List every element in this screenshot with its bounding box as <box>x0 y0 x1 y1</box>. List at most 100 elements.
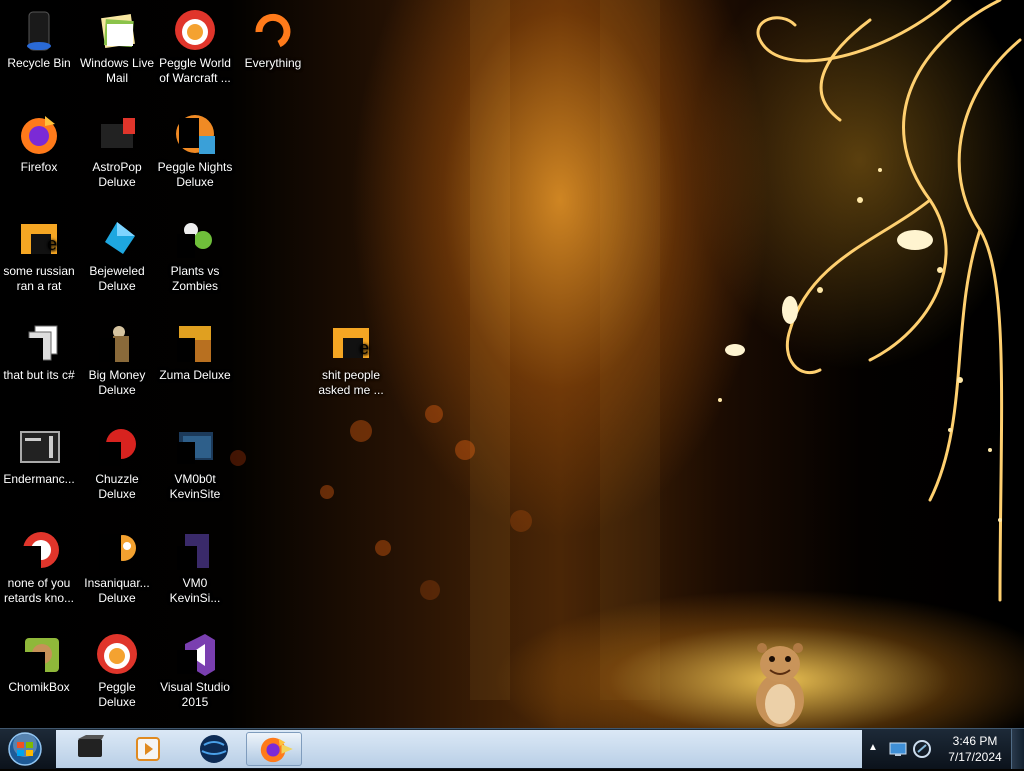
desktop-icon-chomikbox[interactable]: ChomikBox <box>0 624 78 695</box>
desktop-icon-label: none of you retards kno... <box>3 576 75 605</box>
desktop-icon-recycle-bin[interactable]: Recycle Bin <box>0 0 78 71</box>
desktop-icon-label: ChomikBox <box>8 680 70 694</box>
bokeh-light <box>350 420 372 442</box>
desktop-icon-label: Plants vs Zombies <box>170 264 220 293</box>
desktop-icon-folder[interactable]: e shit people asked me ... <box>312 312 390 398</box>
desktop-icon-label: Recycle Bin <box>7 56 71 70</box>
desktop-icon-label: Firefox <box>20 160 58 174</box>
taskbar-browser-button[interactable] <box>186 732 242 766</box>
desktop-icon-visual-studio[interactable]: Visual Studio 2015 <box>156 624 234 710</box>
big-money-icon <box>99 326 129 362</box>
bokeh-light <box>320 485 334 499</box>
desktop-icon-peggle[interactable]: Peggle World of Warcraft ... <box>156 0 234 86</box>
vm-file-icon <box>177 534 209 570</box>
network-icon[interactable] <box>888 739 908 759</box>
desktop-icon-label: Endermanc... <box>3 472 75 486</box>
volume-icon[interactable] <box>912 739 932 759</box>
insaniquarium-icon <box>99 534 136 570</box>
bokeh-light <box>375 540 391 556</box>
desktop-icon-file-shortcut[interactable]: that but its c# <box>0 312 78 383</box>
wallpaper-streak <box>470 0 510 700</box>
desktop-icon-windows-live-mail[interactable]: Windows Live Mail <box>78 0 156 86</box>
desktop-icon-firefox[interactable]: Firefox <box>0 104 78 175</box>
desktop-icon-label: Bejeweled Deluxe <box>89 264 145 293</box>
file-shortcut-icon <box>21 325 58 364</box>
desktop-icon-bejeweled[interactable]: Bejeweled Deluxe <box>78 208 156 294</box>
desktop-icon-label: Windows Live Mail <box>79 56 155 85</box>
peggle-icon <box>175 10 215 50</box>
bejeweled-icon <box>105 222 135 254</box>
windows-start-orb-icon[interactable] <box>5 731 45 767</box>
desktop-icon-vm-file[interactable]: VM0 KevinSi... <box>156 520 234 606</box>
desktop-icon-chuzzle[interactable]: Chuzzle Deluxe <box>78 416 156 502</box>
desktop-wallpaper: Recycle Bin Windows Live Mail Peggle World… <box>0 0 1024 728</box>
media-center-icon <box>78 735 104 757</box>
desktop-icon-big-money[interactable]: Big Money Deluxe <box>78 312 156 398</box>
desktop-icon-label: shit people asked me ... <box>318 368 384 397</box>
desktop-icon-label: VM0b0t KevinSite <box>169 472 221 501</box>
desktop-icon-plants-vs-zombies[interactable]: Plants vs Zombies <box>156 208 234 294</box>
desktop-icon-label: Everything <box>244 56 302 70</box>
vm-folder-icon <box>177 432 213 464</box>
everything-search-icon <box>255 13 291 48</box>
peggle-nights-icon <box>176 115 215 154</box>
zuma-icon <box>177 326 211 362</box>
firefox-icon <box>260 737 293 763</box>
desktop-icon-insaniquarium[interactable]: Insaniquar... Deluxe <box>78 520 156 606</box>
show-hidden-icons-icon[interactable]: ▲ <box>868 742 878 753</box>
desktop-icon-everything-search[interactable]: Everything <box>234 0 312 71</box>
desktop-icon-terminal[interactable]: Endermanc... <box>0 416 78 487</box>
desktop-icon-label: that but its c# <box>3 368 75 382</box>
peggle-icon <box>97 634 137 674</box>
taskbar-firefox-button[interactable] <box>246 732 302 766</box>
bokeh-light <box>420 580 440 600</box>
bokeh-light <box>455 440 475 460</box>
browser-globe-icon <box>200 735 228 763</box>
desktop-icon-label: Big Money Deluxe <box>88 368 146 397</box>
desktop-icon-red-shortcut[interactable]: none of you retards kno... <box>0 520 78 606</box>
desktop-icon-vm-folder[interactable]: VM0b0t KevinSite <box>156 416 234 502</box>
desktop-icon-label: Peggle World of Warcraft ... <box>159 56 231 85</box>
desktop-icon-label: Insaniquar... Deluxe <box>84 576 150 605</box>
desktop-icon-label: Zuma Deluxe <box>159 368 231 382</box>
taskbar: ▲ 3:46 PM 7/17/2024 <box>0 728 1024 769</box>
golden-swirl-decoration <box>718 0 1022 602</box>
hamster-mascot <box>756 643 804 727</box>
taskbar-media-center-button[interactable] <box>62 732 118 766</box>
desktop-icon-label: VM0 KevinSi... <box>169 576 221 605</box>
desktop-icon-folder[interactable]: e some russian ran a rat <box>0 208 78 294</box>
desktop-icon-label: AstroPop Deluxe <box>92 160 142 189</box>
clock-time: 3:46 PM <box>952 734 998 748</box>
astropop-icon <box>101 118 135 148</box>
plants-vs-zombies-icon <box>177 223 212 258</box>
desktop-icon-zuma[interactable]: Zuma Deluxe <box>156 312 234 383</box>
taskbar-button-strip <box>56 730 862 768</box>
notification-area: ▲ 3:46 PM 7/17/2024 <box>862 729 1024 769</box>
desktop-icon-label: some russian ran a rat <box>3 264 75 293</box>
desktop-icon-label: Peggle Deluxe <box>98 680 136 709</box>
desktop-icon-peggle[interactable]: Peggle Deluxe <box>78 624 156 710</box>
firefox-icon <box>21 116 57 154</box>
system-clock[interactable]: 3:46 PM 7/17/2024 <box>942 733 1008 765</box>
red-shortcut-icon <box>21 532 59 570</box>
desktop-icon-peggle-nights[interactable]: Peggle Nights Deluxe <box>156 104 234 190</box>
svg-text:e: e <box>47 234 57 254</box>
recycle-bin-icon <box>27 11 51 51</box>
desktop-icon-label: Visual Studio 2015 <box>160 680 230 709</box>
bokeh-light <box>510 510 532 532</box>
desktop-icon-label: Chuzzle Deluxe <box>95 472 139 501</box>
visual-studio-icon <box>177 634 215 676</box>
chomikbox-icon <box>21 638 59 674</box>
folder-icon: e <box>21 224 57 254</box>
show-desktop-button[interactable] <box>1011 729 1024 769</box>
desktop-icon-astropop[interactable]: AstroPop Deluxe <box>78 104 156 190</box>
wallpaper-streak <box>600 0 660 700</box>
svg-text:e: e <box>359 338 369 358</box>
clock-date: 7/17/2024 <box>948 750 1002 764</box>
media-player-icon <box>136 737 160 761</box>
windows-live-mail-icon <box>101 14 135 48</box>
terminal-icon <box>20 431 60 463</box>
bokeh-light <box>425 405 443 423</box>
chuzzle-icon <box>99 429 136 466</box>
taskbar-media-player-button[interactable] <box>120 732 176 766</box>
